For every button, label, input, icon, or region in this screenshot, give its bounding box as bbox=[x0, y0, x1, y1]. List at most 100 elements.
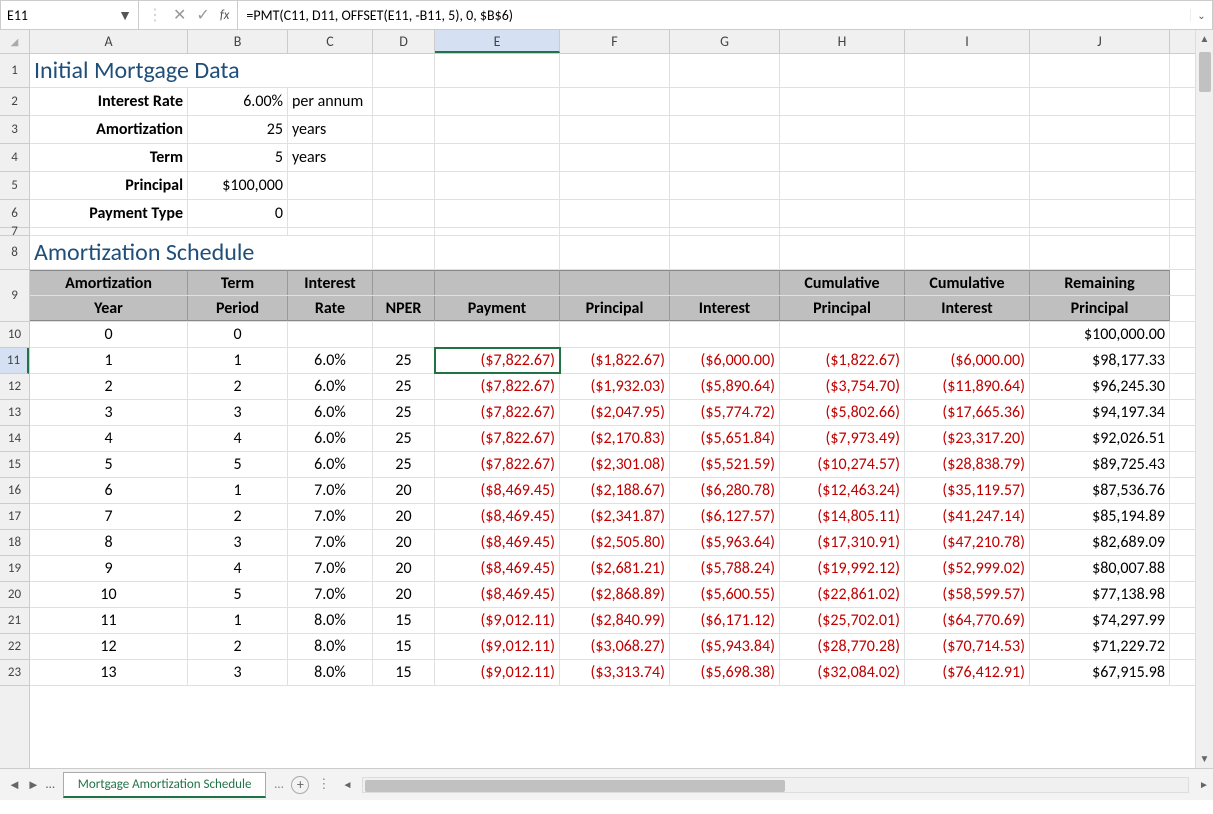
cell[interactable] bbox=[373, 172, 435, 199]
column-header[interactable]: I bbox=[905, 30, 1030, 53]
name-box[interactable]: E11 ▼ bbox=[1, 1, 139, 29]
cell[interactable]: ($9,012.11) bbox=[435, 660, 560, 685]
column-header[interactable]: B bbox=[188, 30, 288, 53]
cell[interactable]: ($5,963.64) bbox=[670, 530, 780, 555]
cell[interactable]: 8.0% bbox=[288, 608, 373, 633]
cell[interactable]: ($19,992.12) bbox=[780, 556, 905, 581]
cell[interactable]: 6.0% bbox=[288, 374, 373, 399]
cell[interactable]: 12 bbox=[30, 634, 188, 659]
cell[interactable] bbox=[435, 322, 560, 347]
cell[interactable]: 8 bbox=[30, 530, 188, 555]
cell[interactable]: 20 bbox=[373, 556, 435, 581]
cell[interactable]: Interest bbox=[288, 270, 373, 295]
cell[interactable] bbox=[780, 54, 905, 87]
row-header[interactable]: 18 bbox=[0, 530, 29, 556]
cell[interactable]: ($10,274.57) bbox=[780, 452, 905, 477]
cell[interactable]: years bbox=[288, 144, 373, 171]
cell[interactable] bbox=[1030, 54, 1170, 87]
cell[interactable]: ($8,469.45) bbox=[435, 478, 560, 503]
row-header[interactable]: 12 bbox=[0, 374, 29, 400]
cell[interactable]: 2 bbox=[188, 634, 288, 659]
cell[interactable] bbox=[373, 270, 435, 295]
cell[interactable]: $82,689.09 bbox=[1030, 530, 1170, 555]
cell[interactable] bbox=[905, 322, 1030, 347]
cell[interactable]: 13 bbox=[30, 660, 188, 685]
cell[interactable]: Principal bbox=[780, 296, 905, 321]
cell[interactable]: 0 bbox=[30, 322, 188, 347]
cell[interactable]: ($6,280.78) bbox=[670, 478, 780, 503]
cell[interactable]: Period bbox=[188, 296, 288, 321]
cell[interactable] bbox=[560, 144, 670, 171]
cell[interactable]: Amortization bbox=[30, 270, 188, 295]
cell[interactable] bbox=[435, 270, 560, 295]
cell[interactable] bbox=[670, 116, 780, 143]
cell[interactable] bbox=[373, 236, 435, 269]
cell[interactable]: ($2,341.87) bbox=[560, 504, 670, 529]
cell[interactable] bbox=[780, 116, 905, 143]
add-sheet-icon[interactable]: + bbox=[291, 776, 309, 794]
cell[interactable]: ($17,310.91) bbox=[780, 530, 905, 555]
column-header[interactable]: J bbox=[1030, 30, 1170, 53]
column-header[interactable]: D bbox=[373, 30, 435, 53]
cell[interactable]: ($76,412.91) bbox=[905, 660, 1030, 685]
cell[interactable] bbox=[560, 322, 670, 347]
cell[interactable]: ($28,770.28) bbox=[780, 634, 905, 659]
cell[interactable]: 25 bbox=[373, 374, 435, 399]
column-header[interactable]: G bbox=[670, 30, 780, 53]
cell[interactable]: ($6,171.12) bbox=[670, 608, 780, 633]
scroll-thumb[interactable] bbox=[1199, 52, 1211, 92]
cell[interactable] bbox=[780, 200, 905, 227]
cell[interactable]: Year bbox=[30, 296, 188, 321]
horizontal-scrollbar[interactable] bbox=[362, 777, 1189, 793]
cell[interactable] bbox=[288, 200, 373, 227]
cells-area[interactable]: Initial Mortgage DataInterest Rate6.00%p… bbox=[30, 54, 1195, 768]
cell[interactable] bbox=[373, 54, 435, 87]
sheet-tab-active[interactable]: Mortgage Amortization Schedule bbox=[63, 772, 267, 798]
cell[interactable]: ($2,681.21) bbox=[560, 556, 670, 581]
cell[interactable]: ($1,822.67) bbox=[780, 348, 905, 373]
row-header[interactable]: 3 bbox=[0, 116, 29, 144]
cell[interactable]: 11 bbox=[30, 608, 188, 633]
row-header[interactable]: 17 bbox=[0, 504, 29, 530]
cell[interactable]: ($9,012.11) bbox=[435, 634, 560, 659]
cell[interactable]: $67,915.98 bbox=[1030, 660, 1170, 685]
cancel-icon[interactable]: ✕ bbox=[173, 5, 186, 25]
cell[interactable]: Interest bbox=[905, 296, 1030, 321]
cell[interactable]: ($2,840.99) bbox=[560, 608, 670, 633]
cell[interactable]: 6.0% bbox=[288, 426, 373, 451]
cell[interactable]: 7.0% bbox=[288, 478, 373, 503]
cell[interactable] bbox=[373, 144, 435, 171]
cell[interactable]: 7.0% bbox=[288, 556, 373, 581]
cell[interactable]: ($70,714.53) bbox=[905, 634, 1030, 659]
chevron-down-icon[interactable]: ▼ bbox=[118, 7, 132, 24]
cell[interactable]: Principal bbox=[30, 172, 188, 199]
tab-more-icon[interactable]: … bbox=[46, 777, 55, 793]
cell[interactable]: ($5,890.64) bbox=[670, 374, 780, 399]
cell[interactable]: 1 bbox=[188, 608, 288, 633]
cell[interactable]: ($5,600.55) bbox=[670, 582, 780, 607]
row-header[interactable]: 2 bbox=[0, 88, 29, 116]
cell[interactable] bbox=[1030, 228, 1170, 235]
cell[interactable]: ($5,651.84) bbox=[670, 426, 780, 451]
cell[interactable]: 6.0% bbox=[288, 452, 373, 477]
cell[interactable]: ($11,890.64) bbox=[905, 374, 1030, 399]
cell[interactable]: 0 bbox=[188, 322, 288, 347]
row-header[interactable]: 21 bbox=[0, 608, 29, 634]
cell[interactable]: ($2,047.95) bbox=[560, 400, 670, 425]
cell[interactable] bbox=[435, 116, 560, 143]
cell[interactable] bbox=[1030, 172, 1170, 199]
cell[interactable]: 5 bbox=[188, 144, 288, 171]
cell[interactable]: ($52,999.02) bbox=[905, 556, 1030, 581]
row-header[interactable]: 9 bbox=[0, 270, 29, 322]
row-header[interactable]: 16 bbox=[0, 478, 29, 504]
cell[interactable]: ($6,000.00) bbox=[905, 348, 1030, 373]
cell[interactable]: years bbox=[288, 116, 373, 143]
row-header[interactable]: 10 bbox=[0, 322, 29, 348]
cell[interactable] bbox=[373, 116, 435, 143]
tab-overflow-icon[interactable]: … bbox=[274, 777, 283, 792]
cell[interactable]: 3 bbox=[188, 660, 288, 685]
formula-input[interactable]: =PMT(C11, D11, OFFSET(E11, -B11, 5), 0, … bbox=[237, 1, 1190, 29]
cell[interactable]: 7.0% bbox=[288, 582, 373, 607]
cell[interactable] bbox=[560, 172, 670, 199]
cell[interactable] bbox=[560, 88, 670, 115]
